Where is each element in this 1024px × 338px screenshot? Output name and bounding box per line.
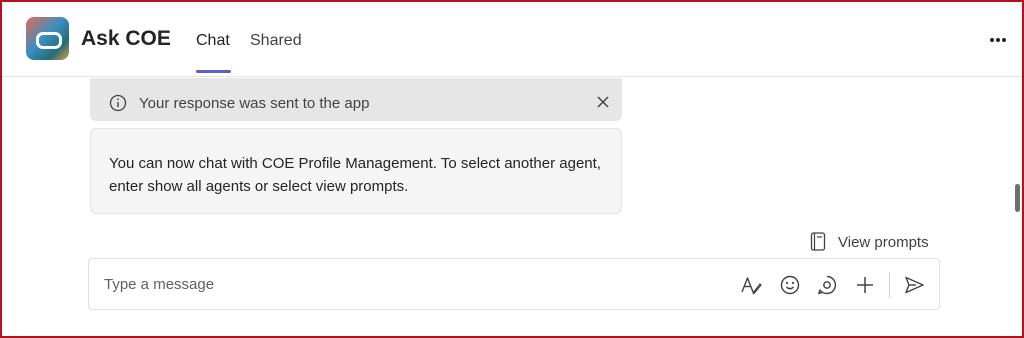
app-logo-ring bbox=[36, 32, 62, 49]
ask-coe-app-icon bbox=[26, 17, 69, 60]
active-tab-indicator bbox=[196, 70, 231, 73]
tab-chat[interactable]: Chat bbox=[196, 32, 230, 50]
loop-icon[interactable] bbox=[816, 274, 838, 296]
header-bar: Ask COE Chat Shared bbox=[2, 2, 1022, 77]
bot-message-text: You can now chat with COE Profile Manage… bbox=[109, 155, 601, 195]
app-title: Ask COE bbox=[81, 27, 171, 50]
app-window: Ask COE Chat Shared Your response was se… bbox=[0, 0, 1024, 338]
sent-notice-banner: Your response was sent to the app bbox=[90, 78, 622, 121]
notice-text: Your response was sent to the app bbox=[139, 95, 370, 112]
format-icon[interactable] bbox=[740, 274, 762, 296]
message-input[interactable] bbox=[89, 259, 709, 309]
bot-message-bubble: You can now chat with COE Profile Manage… bbox=[90, 128, 622, 214]
scrollbar-thumb[interactable] bbox=[1015, 184, 1020, 212]
add-icon[interactable] bbox=[854, 274, 876, 296]
toolbar-divider bbox=[889, 272, 890, 298]
send-icon[interactable] bbox=[903, 274, 925, 296]
tab-shared[interactable]: Shared bbox=[250, 32, 302, 50]
close-icon[interactable] bbox=[596, 95, 610, 109]
message-composer bbox=[88, 258, 940, 310]
view-prompts-label: View prompts bbox=[838, 234, 929, 251]
info-icon bbox=[109, 94, 127, 112]
more-options-icon[interactable] bbox=[987, 30, 1009, 50]
book-icon bbox=[810, 232, 826, 251]
emoji-icon[interactable] bbox=[779, 274, 801, 296]
